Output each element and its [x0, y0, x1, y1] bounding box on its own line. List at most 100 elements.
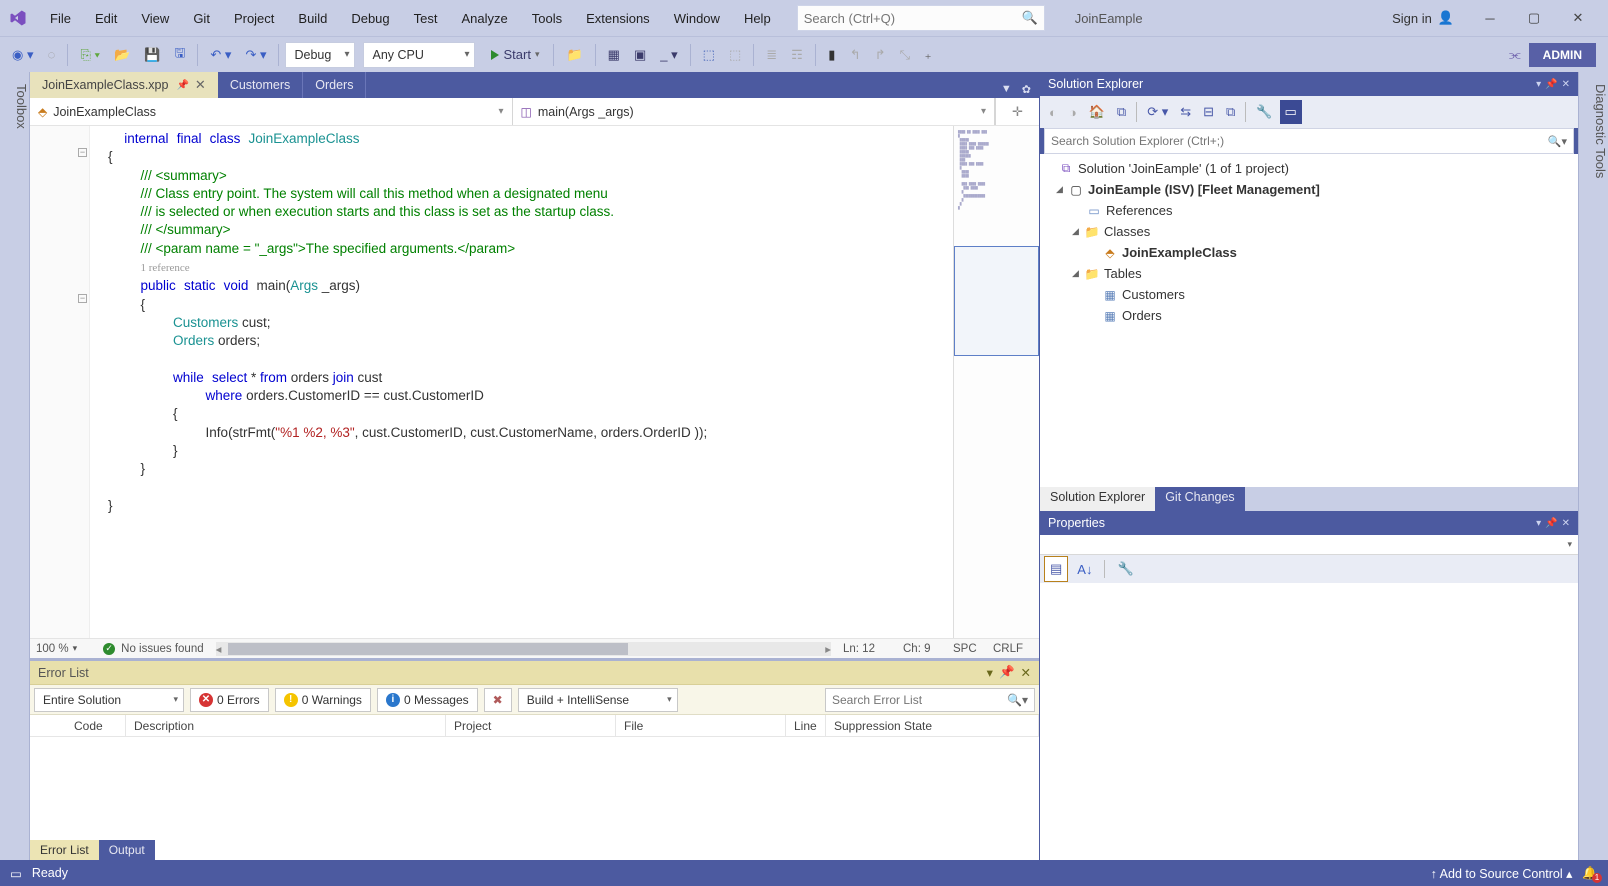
tree-table-customers[interactable]: ▦ Customers — [1042, 284, 1576, 305]
tab-error-list[interactable]: Error List — [30, 840, 99, 860]
tb-icon-3[interactable]: ▣ — [628, 43, 652, 67]
tb-icon-7[interactable]: ≣ — [760, 43, 783, 67]
menu-help[interactable]: Help — [732, 5, 783, 32]
editor[interactable]: − − internal final class JoinExampleClas… — [30, 126, 1039, 638]
close-button[interactable]: ✕ — [1556, 4, 1600, 32]
error-search[interactable]: 🔍▾ — [825, 688, 1035, 712]
col-line[interactable]: Line — [786, 715, 826, 736]
minimap[interactable]: ████ ██ ████ ████ █████ ████ ████ ██████… — [953, 126, 1039, 638]
prop-cat-icon[interactable]: ▤ — [1044, 556, 1068, 582]
menu-window[interactable]: Window — [662, 5, 732, 32]
tb-icon-9[interactable]: ↰ — [844, 43, 867, 67]
open-icon[interactable]: 📂 — [108, 43, 136, 67]
tab-output[interactable]: Output — [99, 840, 155, 860]
code-area[interactable]: internal final class JoinExampleClass { … — [90, 126, 953, 638]
panel-close-icon[interactable]: ✕ — [1021, 665, 1031, 680]
sx-home-icon[interactable]: 🏠 — [1084, 100, 1110, 124]
warnings-filter[interactable]: !0 Warnings — [275, 688, 371, 712]
menu-analyze[interactable]: Analyze — [449, 5, 519, 32]
sx-collapse-icon[interactable]: ⊟ — [1198, 100, 1219, 124]
tb-icon-5[interactable]: ⬚ — [697, 43, 721, 67]
nav-back-icon[interactable]: ◉ ▾ — [6, 43, 39, 67]
global-search[interactable]: 🔍 — [797, 5, 1045, 31]
tb-icon-8[interactable]: ☶ — [785, 43, 809, 67]
tb-icon-6[interactable]: ⬚ — [723, 43, 747, 67]
tab-customers[interactable]: Customers — [218, 72, 303, 98]
panel-menu-icon[interactable]: ▾ — [987, 665, 993, 680]
sx-properties-icon[interactable]: 🔧 — [1251, 100, 1277, 124]
prop-close-icon[interactable]: ✕ — [1562, 518, 1570, 529]
sx-back-icon[interactable]: ◐ — [1044, 101, 1062, 124]
tab-orders[interactable]: Orders — [303, 72, 366, 98]
undo-icon[interactable]: ↶ ▾ — [204, 43, 237, 67]
menu-git[interactable]: Git — [181, 5, 222, 32]
member-nav-dropdown[interactable]: ◫ main(Args _args) — [513, 98, 996, 125]
tab-solution-explorer[interactable]: Solution Explorer — [1040, 487, 1155, 511]
sx-fwd-icon[interactable]: ◑ — [1064, 101, 1082, 124]
tb-icon-1[interactable]: 📁 — [560, 43, 588, 67]
start-button[interactable]: Start ▾ — [483, 42, 547, 68]
menu-view[interactable]: View — [129, 5, 181, 32]
issues-indicator[interactable]: ✓No issues found — [103, 643, 203, 655]
sx-sync-icon[interactable]: ⇆ — [1175, 100, 1196, 124]
class-nav-dropdown[interactable]: ⬘ JoinExampleClass — [30, 98, 513, 125]
col-file[interactable]: File — [616, 715, 786, 736]
menu-file[interactable]: File — [38, 5, 83, 32]
minimize-button[interactable]: ─ — [1468, 4, 1512, 32]
tree-references[interactable]: ▭ References — [1042, 200, 1576, 221]
sx-search-input[interactable] — [1051, 134, 1548, 148]
sx-preview-icon[interactable]: ▭ — [1280, 100, 1302, 124]
menu-tools[interactable]: Tools — [520, 5, 574, 32]
prop-pin-icon[interactable]: 📌 — [1545, 518, 1557, 529]
tab-settings-icon[interactable]: ✿ — [1018, 81, 1035, 98]
messages-filter[interactable]: i0 Messages — [377, 688, 478, 712]
sx-pin-icon[interactable]: 📌 — [1545, 79, 1557, 90]
global-search-input[interactable] — [804, 11, 1022, 26]
menu-extensions[interactable]: Extensions — [574, 5, 662, 32]
error-search-input[interactable] — [832, 693, 1007, 707]
sx-switch-icon[interactable]: ⧉ — [1112, 100, 1131, 124]
new-item-icon[interactable]: ⎘ ▾ — [74, 43, 105, 67]
save-all-icon[interactable]: 🖫 — [168, 40, 191, 70]
menu-build[interactable]: Build — [286, 5, 339, 32]
sx-pending-icon[interactable]: ⟳ ▾ — [1142, 100, 1173, 124]
menu-project[interactable]: Project — [222, 5, 286, 32]
tb-icon-4[interactable]: _ ▾ — [654, 43, 683, 67]
sx-showall-icon[interactable]: ⧉ — [1221, 100, 1240, 124]
toolbox-rail[interactable]: Toolbox — [0, 72, 30, 860]
errors-filter[interactable]: ✕0 Errors — [190, 688, 269, 712]
properties-object-selector[interactable] — [1040, 535, 1578, 555]
panel-pin-icon[interactable]: 📌 — [999, 665, 1015, 680]
source-control-button[interactable]: ↑ Add to Source Control ▴ — [1431, 866, 1573, 881]
tree-solution[interactable]: ⧉ Solution 'JoinEample' (1 of 1 project) — [1042, 158, 1576, 179]
horizontal-scrollbar[interactable]: ◂ ▸ — [216, 642, 831, 656]
tree-classes[interactable]: ◢📁 Classes — [1042, 221, 1576, 242]
col-suppression[interactable]: Suppression State — [826, 715, 1039, 736]
scrollbar-thumb[interactable] — [228, 643, 628, 655]
bookmark-icon[interactable]: ▮ — [822, 43, 842, 67]
tab-joinexampleclass[interactable]: JoinExampleClass.xpp 📌 ✕ — [30, 72, 218, 98]
live-share-icon[interactable]: ⫘ — [1503, 43, 1527, 67]
close-icon[interactable]: ✕ — [195, 77, 206, 93]
tb-icon-11[interactable]: ⤡ — [894, 43, 916, 67]
sx-close-icon[interactable]: ✕ — [1562, 79, 1570, 90]
col-project[interactable]: Project — [446, 715, 616, 736]
split-view-button[interactable]: ✛ — [995, 98, 1039, 125]
zoom-level[interactable]: 100 %▾ — [36, 643, 77, 655]
prop-wrench-icon[interactable]: 🔧 — [1112, 557, 1138, 581]
config-dropdown[interactable]: Debug — [285, 42, 355, 68]
sx-search[interactable]: 🔍▾ — [1044, 128, 1574, 154]
prop-menu-icon[interactable]: ▾ — [1536, 518, 1541, 529]
maximize-button[interactable]: ▢ — [1512, 4, 1556, 32]
tree-project[interactable]: ◢▢ JoinEample (ISV) [Fleet Management] — [1042, 179, 1576, 200]
diagnostic-rail[interactable]: Diagnostic Tools — [1578, 72, 1608, 860]
signin-button[interactable]: Sign in 👤 — [1378, 10, 1468, 26]
minimap-viewport[interactable] — [954, 246, 1039, 356]
build-scope-dropdown[interactable]: Build + IntelliSense — [518, 688, 678, 712]
tree-table-orders[interactable]: ▦ Orders — [1042, 305, 1576, 326]
tab-git-changes[interactable]: Git Changes — [1155, 487, 1244, 511]
tb-overflow[interactable]: ₊ — [918, 43, 938, 67]
col-code[interactable]: Code — [66, 715, 126, 736]
sx-menu-icon[interactable]: ▾ — [1536, 79, 1541, 90]
col-description[interactable]: Description — [126, 715, 446, 736]
